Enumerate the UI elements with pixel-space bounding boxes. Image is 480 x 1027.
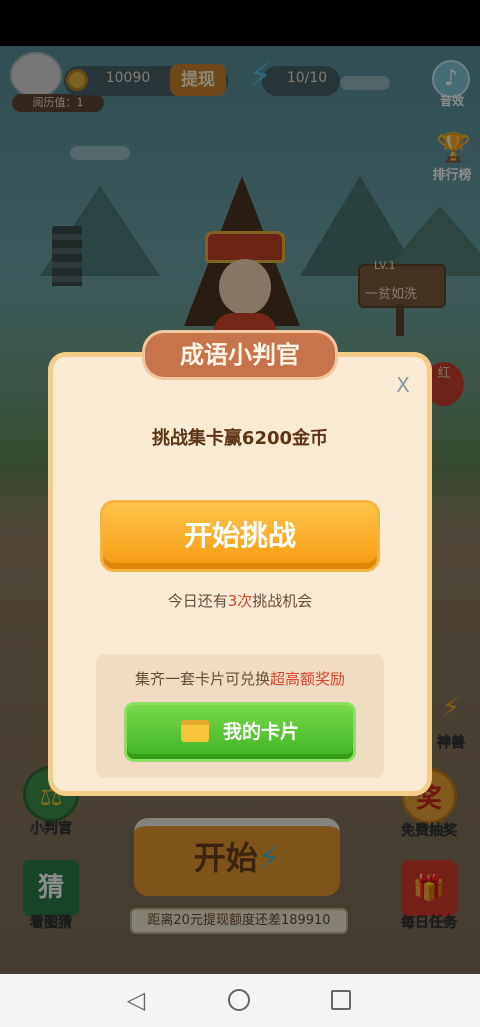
chances-count: 3次 — [227, 592, 253, 610]
card-tip-prefix: 集齐一套卡片可兑换 — [134, 670, 270, 688]
folder-icon — [180, 720, 209, 742]
modal-title: 成语小判官 — [142, 330, 338, 380]
back-icon[interactable]: ◁ — [124, 988, 148, 1012]
my-cards-button[interactable]: 我的卡片 — [124, 702, 356, 762]
card-tip-highlight: 超高额奖励 — [270, 670, 346, 688]
my-cards-label: 我的卡片 — [222, 721, 299, 743]
challenge-reward-text: 挑战集卡赢6200金币 — [151, 428, 329, 449]
card-tip: 集齐一套卡片可兑换超高额奖励 — [96, 668, 384, 689]
chances-prefix: 今日还有 — [167, 592, 228, 610]
start-challenge-button[interactable]: 开始挑战 — [100, 500, 380, 572]
chances-suffix: 挑战机会 — [252, 592, 313, 610]
recent-apps-icon[interactable] — [331, 990, 351, 1010]
close-icon[interactable]: X — [390, 372, 416, 398]
chances-text: 今日还有3次挑战机会 — [48, 590, 432, 611]
status-bar — [0, 0, 480, 46]
home-icon[interactable] — [228, 989, 250, 1011]
